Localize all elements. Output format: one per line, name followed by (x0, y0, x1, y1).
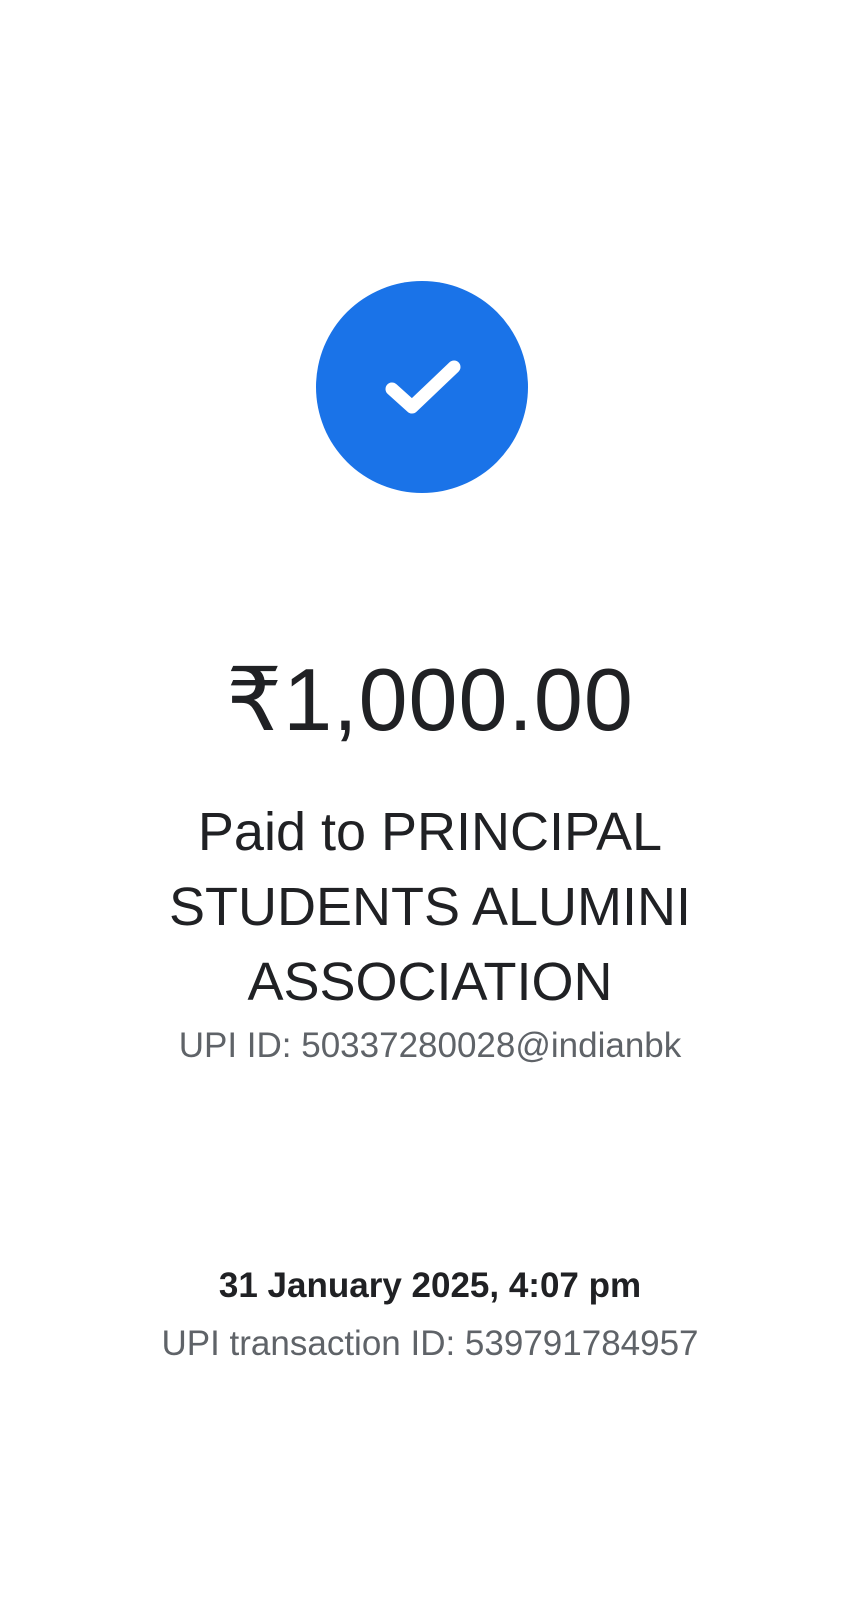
transaction-datetime: 31 January 2025, 4:07 pm (218, 1266, 642, 1305)
check-icon (385, 360, 461, 414)
upi-transaction-id: UPI transaction ID: 539791784957 (161, 1324, 699, 1363)
payment-success-badge (316, 281, 528, 493)
payee-upi-id: UPI ID: 50337280028@indianbk (178, 1026, 682, 1065)
payee-name: Paid to PRINCIPAL STUDENTS ALUMINI ASSOC… (168, 802, 692, 1012)
payment-amount: ₹1,000.00 (226, 650, 634, 749)
